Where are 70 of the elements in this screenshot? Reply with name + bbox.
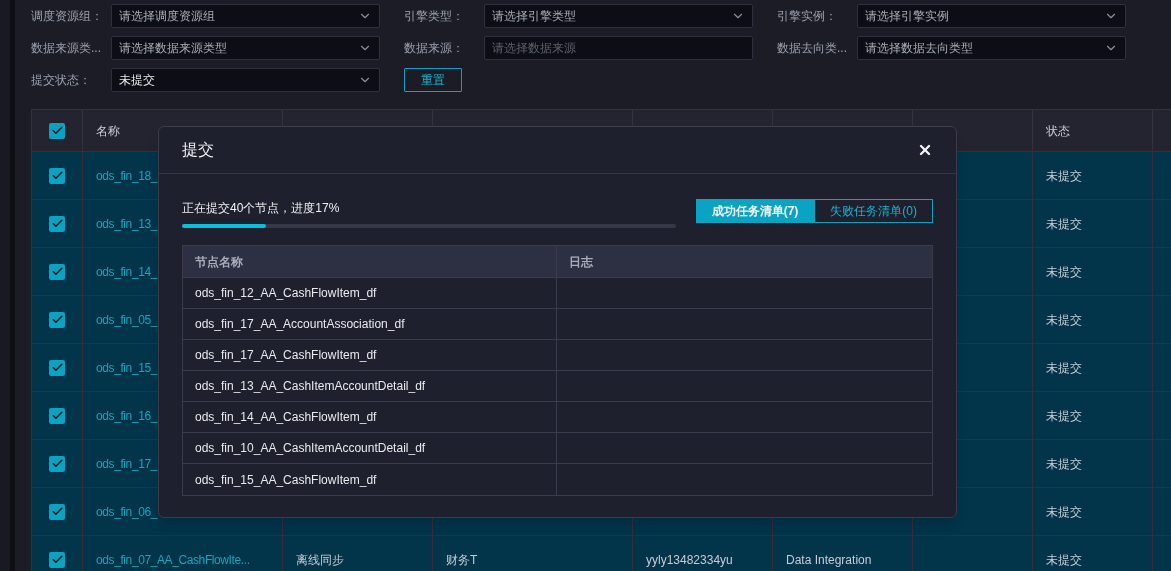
filter-label: 调度资源组： xyxy=(31,8,104,25)
task-name-link[interactable]: ods_fin_17_ xyxy=(96,454,157,473)
task-name-link[interactable]: ods_fin_16_ xyxy=(96,406,157,425)
table-cell-text: Data Integration xyxy=(786,551,872,569)
task-name-link[interactable]: ods_fin_18_ xyxy=(96,166,157,185)
checkbox[interactable] xyxy=(49,122,65,139)
table-cell-text: 未提交 xyxy=(1046,503,1082,521)
check-icon xyxy=(50,505,64,518)
table-cell-text: 未提交 xyxy=(1046,311,1082,329)
node-name: ods_fin_15_AA_CashFlowItem_df xyxy=(195,471,377,489)
table-cell-text: 未提交 xyxy=(1046,455,1082,473)
checkbox[interactable] xyxy=(49,263,65,280)
table-cell-text: 未提交 xyxy=(1046,407,1082,425)
task-name-link[interactable]: ods_fin_13_ xyxy=(96,214,157,233)
checkbox[interactable] xyxy=(49,359,65,376)
check-icon xyxy=(50,169,64,182)
table-cell-text: 未提交 xyxy=(1046,263,1082,281)
close-icon[interactable] xyxy=(917,142,933,158)
table-cell-text: 财务T xyxy=(446,551,478,569)
tab[interactable]: 成功任务清单(7) xyxy=(695,199,815,223)
task-name-link[interactable]: ods_fin_14_ xyxy=(96,262,157,281)
table-cell-text: 未提交 xyxy=(1046,167,1082,185)
select-field[interactable]: 请选择数据来源类型 xyxy=(111,36,380,60)
select-field[interactable]: 请选择引擎类型 xyxy=(484,4,753,28)
filter-label: 引擎类型： xyxy=(404,8,465,25)
check-icon xyxy=(50,124,64,137)
checkbox[interactable] xyxy=(49,551,65,568)
check-icon xyxy=(50,409,64,422)
task-name-link[interactable]: ods_fin_05_ xyxy=(96,310,157,329)
column-header: 日志 xyxy=(569,253,593,271)
select-field[interactable]: 未提交 xyxy=(111,68,380,92)
tab[interactable]: 失败任务清单(0) xyxy=(814,199,933,223)
table-cell-text: 未提交 xyxy=(1046,359,1082,377)
task-name-link[interactable]: ods_fin_15_ xyxy=(96,358,157,377)
filter-label: 引擎实例： xyxy=(777,8,838,25)
task-name-link[interactable]: ods_fin_06_ xyxy=(96,502,157,521)
node-name: ods_fin_14_AA_CashFlowItem_df xyxy=(195,409,377,426)
check-icon xyxy=(50,457,64,470)
checkbox[interactable] xyxy=(49,311,65,328)
node-name: ods_fin_17_AA_CashFlowItem_df xyxy=(195,347,377,364)
node-name: ods_fin_13_AA_CashItemAccountDetail_df xyxy=(195,378,426,395)
select-field[interactable]: 请选择调度资源组 xyxy=(111,4,380,28)
check-icon xyxy=(50,217,64,230)
table-cell-text: 未提交 xyxy=(1046,215,1082,233)
select-field[interactable]: 请选择引擎实例 xyxy=(857,4,1126,28)
filter-label: 数据去向类... xyxy=(777,40,848,57)
table-row[interactable]: ods_fin_07_AA_CashFlowIte... 离线同步 财务T yyly13482334yu Data Integration 未提交 xyxy=(32,536,1171,571)
node-name: ods_fin_17_AA_AccountAssociation_df xyxy=(195,316,405,333)
check-icon xyxy=(50,361,64,374)
select-field[interactable]: 请选择数据去向类型 xyxy=(857,36,1126,60)
checkbox[interactable] xyxy=(49,167,65,184)
reset-button[interactable]: 重置 xyxy=(404,68,462,92)
task-name-link[interactable]: ods_fin_07_AA_CashFlowIte... xyxy=(96,550,250,569)
filter-label: 数据来源类... xyxy=(31,40,102,57)
checkbox[interactable] xyxy=(49,503,65,520)
filter-label: 数据来源： xyxy=(404,40,465,57)
checkbox[interactable] xyxy=(49,407,65,424)
check-icon xyxy=(50,313,64,326)
table-cell-text: yyly13482334yu xyxy=(646,551,733,569)
table-cell-text: 离线同步 xyxy=(296,551,344,569)
table-cell-text: 未提交 xyxy=(1046,551,1082,569)
column-header: 节点名称 xyxy=(195,253,243,271)
filter-label: 提交状态： xyxy=(31,72,92,89)
node-name: ods_fin_10_AA_CashItemAccountDetail_df xyxy=(195,440,426,457)
checkbox[interactable] xyxy=(49,215,65,232)
check-icon xyxy=(50,265,64,278)
progress-text: 正在提交40个节点，进度17% xyxy=(182,200,341,217)
node-name: ods_fin_12_AA_CashFlowItem_df xyxy=(195,285,377,302)
checkbox[interactable] xyxy=(49,455,65,472)
check-icon xyxy=(50,553,64,566)
